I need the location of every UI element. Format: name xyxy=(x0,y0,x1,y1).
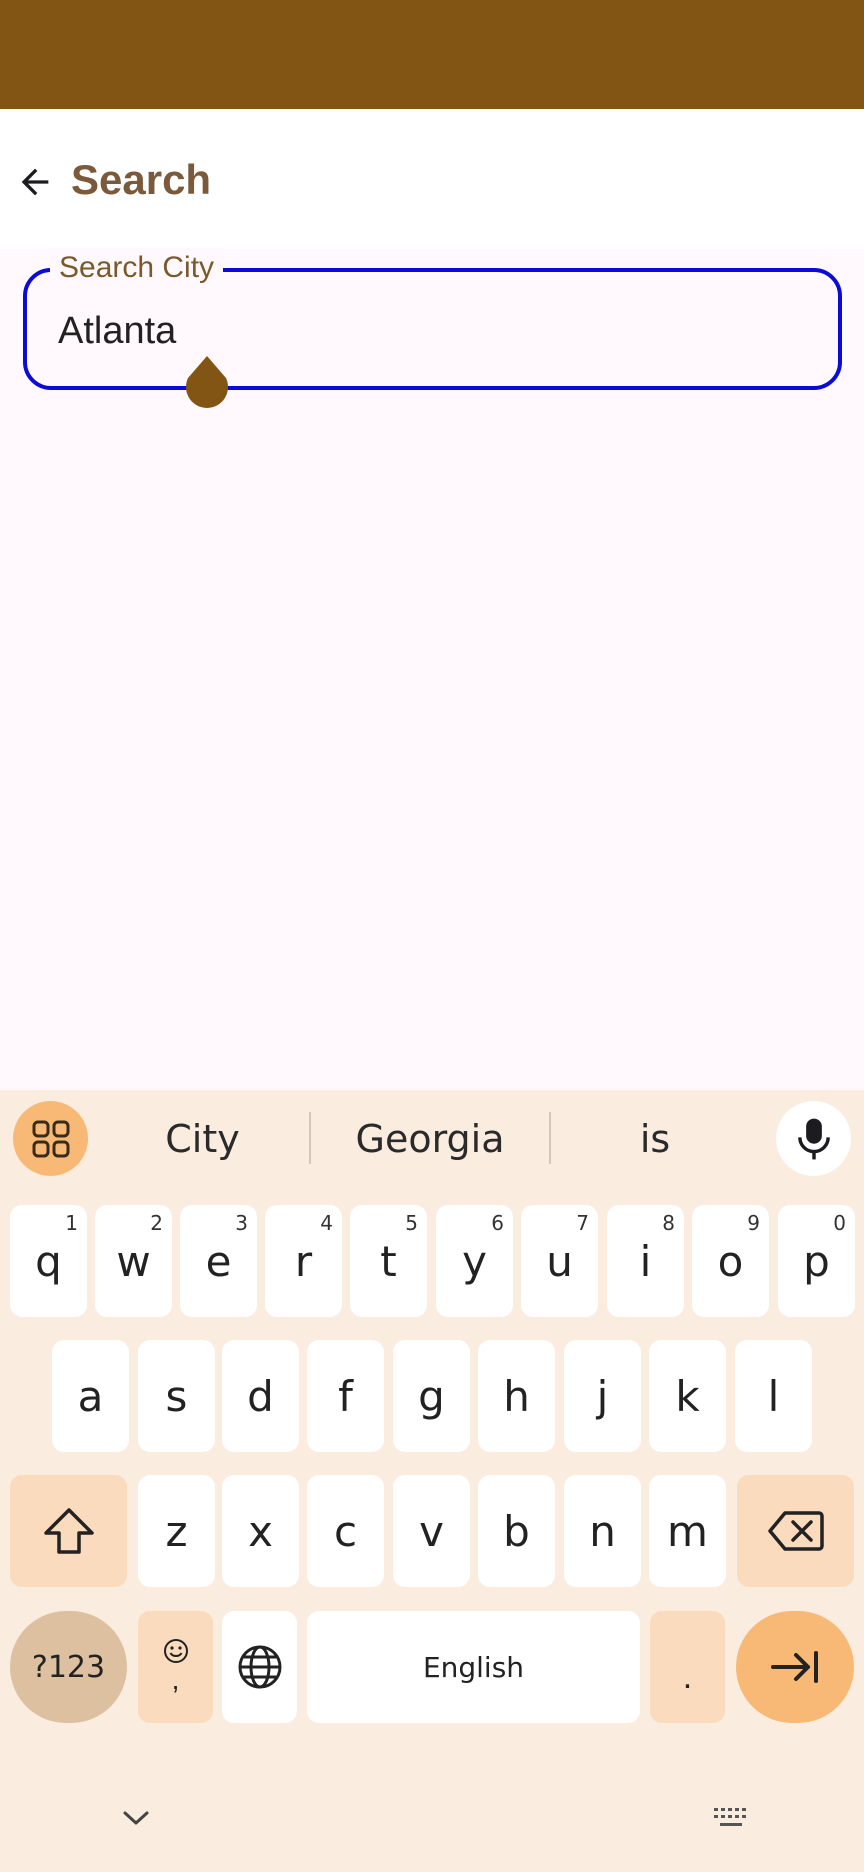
status-bar xyxy=(0,0,864,109)
key-o[interactable]: o9 xyxy=(692,1205,769,1317)
suggestion-divider xyxy=(309,1112,311,1164)
key-u[interactable]: u7 xyxy=(521,1205,598,1317)
suggestion-2[interactable]: Georgia xyxy=(320,1112,540,1166)
key-g[interactable]: g xyxy=(393,1340,470,1452)
keyboard-apps-button[interactable] xyxy=(13,1101,88,1176)
key-t[interactable]: t5 xyxy=(350,1205,427,1317)
key-y[interactable]: y6 xyxy=(436,1205,513,1317)
chevron-down-icon xyxy=(123,1811,149,1825)
back-button[interactable] xyxy=(10,157,60,207)
key-r[interactable]: r4 xyxy=(265,1205,342,1317)
suggestion-1[interactable]: City xyxy=(110,1112,295,1166)
key-i[interactable]: i8 xyxy=(607,1205,684,1317)
key-a[interactable]: a xyxy=(52,1340,129,1452)
search-city-input[interactable]: Atlanta xyxy=(58,306,176,356)
key-x[interactable]: x xyxy=(222,1475,299,1587)
key-h[interactable]: h xyxy=(478,1340,555,1452)
key-l[interactable]: l xyxy=(735,1340,812,1452)
voice-input-button[interactable] xyxy=(776,1101,851,1176)
arrow-left-icon xyxy=(21,168,49,196)
page-title: Search xyxy=(71,156,212,203)
grid-icon xyxy=(32,1120,69,1157)
hide-keyboard-button[interactable] xyxy=(118,1800,154,1836)
key-p[interactable]: p0 xyxy=(778,1205,855,1317)
tab-arrow-icon xyxy=(771,1651,818,1683)
keyboard-icon xyxy=(714,1808,746,1826)
shift-icon xyxy=(43,1508,94,1554)
emoji-icon xyxy=(163,1639,188,1663)
space-key[interactable]: English xyxy=(307,1611,640,1723)
key-k[interactable]: k xyxy=(649,1340,726,1452)
suggestion-3[interactable]: is xyxy=(560,1112,750,1166)
key-w[interactable]: w2 xyxy=(95,1205,172,1317)
key-q[interactable]: q1 xyxy=(10,1205,87,1317)
switch-keyboard-button[interactable] xyxy=(710,1800,752,1836)
key-j[interactable]: j xyxy=(564,1340,641,1452)
shift-key[interactable] xyxy=(10,1475,127,1587)
period-key[interactable]: . xyxy=(650,1611,725,1723)
language-switch-key[interactable] xyxy=(222,1611,297,1723)
key-d[interactable]: d xyxy=(222,1340,299,1452)
search-city-label: Search City xyxy=(50,248,224,288)
comma-label: , xyxy=(171,1664,180,1695)
emoji-comma-key[interactable]: , xyxy=(138,1611,213,1723)
backspace-icon xyxy=(767,1511,824,1551)
key-v[interactable]: v xyxy=(393,1475,470,1587)
key-e[interactable]: e3 xyxy=(180,1205,257,1317)
key-c[interactable]: c xyxy=(307,1475,384,1587)
key-m[interactable]: m xyxy=(649,1475,726,1587)
suggestion-divider xyxy=(549,1112,551,1164)
text-cursor-handle[interactable] xyxy=(184,356,230,412)
backspace-key[interactable] xyxy=(737,1475,854,1587)
app-bar: Search xyxy=(0,109,864,249)
key-f[interactable]: f xyxy=(307,1340,384,1452)
globe-icon xyxy=(238,1645,281,1689)
microphone-icon xyxy=(797,1118,830,1159)
key-b[interactable]: b xyxy=(478,1475,555,1587)
key-z[interactable]: z xyxy=(138,1475,215,1587)
key-s[interactable]: s xyxy=(138,1340,215,1452)
symbols-key[interactable]: ?123 xyxy=(10,1611,127,1723)
key-n[interactable]: n xyxy=(564,1475,641,1587)
enter-key[interactable] xyxy=(736,1611,854,1723)
